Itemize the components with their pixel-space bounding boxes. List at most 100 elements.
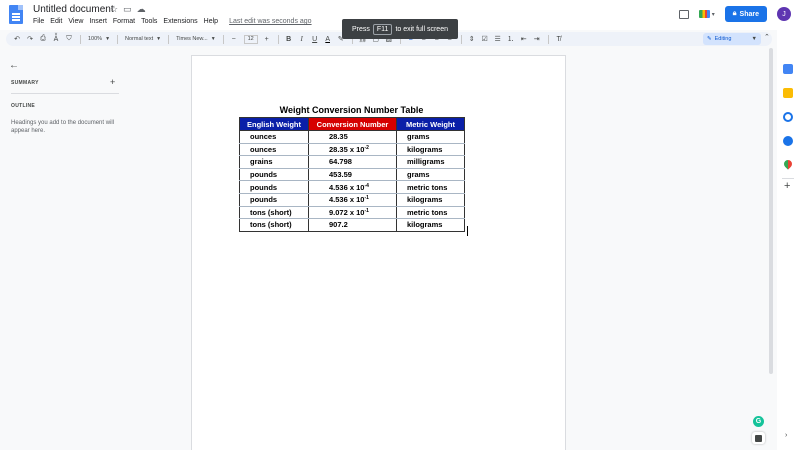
panel-divider	[11, 93, 119, 94]
conversion-cell[interactable]: 453.59	[308, 167, 397, 182]
calendar-icon[interactable]	[783, 64, 793, 74]
conversion-cell[interactable]: 28.35	[308, 130, 397, 144]
metric-cell[interactable]: grams	[396, 167, 465, 182]
underline-icon[interactable]: U	[309, 33, 321, 45]
keep-icon[interactable]	[783, 88, 793, 98]
english-cell[interactable]: ounces	[239, 130, 309, 144]
add-summary-icon[interactable]: +	[110, 77, 115, 87]
tasks-icon[interactable]	[783, 112, 793, 122]
clear-formatting-icon[interactable]: T̸	[553, 33, 565, 45]
redo-icon[interactable]: ↷	[24, 33, 36, 45]
increase-font-size-icon[interactable]: +	[261, 33, 273, 45]
toast-key: F11	[372, 23, 393, 35]
toolbar-divider	[168, 34, 170, 44]
menu-edit[interactable]: Edit	[50, 18, 62, 25]
paint-format-icon[interactable]: ⛉	[63, 33, 75, 45]
editing-mode-select[interactable]: ✎ Editing ▼	[703, 33, 761, 45]
menu-tools[interactable]: Tools	[141, 18, 157, 25]
menu-insert[interactable]: Insert	[89, 18, 107, 25]
conversion-table[interactable]: English Weight Conversion Number Metric …	[239, 117, 465, 232]
share-button[interactable]: 🔒︎ Share	[724, 6, 767, 22]
spellcheck-icon[interactable]: Aͮ	[50, 33, 62, 45]
text-color-icon[interactable]: A	[322, 33, 334, 45]
vertical-scrollbar[interactable]	[768, 48, 774, 374]
menu-extensions[interactable]: Extensions	[163, 18, 197, 25]
title-actions: ☆ ▭ ☁	[110, 4, 146, 15]
menu-help[interactable]: Help	[204, 18, 218, 25]
toolbar-divider	[117, 34, 119, 44]
english-cell[interactable]: pounds	[239, 167, 309, 182]
metric-cell[interactable]: kilograms	[396, 142, 465, 157]
contacts-icon[interactable]	[783, 136, 793, 146]
summary-heading: SUMMARY	[11, 80, 39, 86]
table-header-row: English Weight Conversion Number Metric …	[239, 117, 465, 131]
style-select[interactable]: Normal text ▼	[122, 36, 164, 42]
comment-history-icon[interactable]	[678, 9, 689, 19]
avatar[interactable]: J	[777, 7, 791, 21]
metric-cell[interactable]: kilograms	[396, 218, 465, 232]
english-cell[interactable]: pounds	[239, 180, 309, 194]
cloud-saved-icon[interactable]: ☁	[137, 4, 146, 15]
english-cell[interactable]: pounds	[239, 192, 309, 207]
conversion-cell[interactable]: 9.072 x 10-1	[308, 205, 397, 220]
share-label: Share	[739, 10, 759, 18]
toast-suffix: to exit full screen	[395, 25, 448, 33]
back-arrow-icon[interactable]: ←	[9, 60, 19, 71]
menu-file[interactable]: File	[33, 18, 44, 25]
conversion-cell[interactable]: 907.2	[308, 218, 397, 232]
chevron-right-icon[interactable]: ›	[785, 432, 787, 439]
print-icon[interactable]: ⎙	[37, 33, 49, 45]
line-spacing-icon[interactable]: ⇕	[466, 33, 478, 45]
document-title[interactable]: Untitled document	[33, 4, 114, 15]
menu-format[interactable]: Format	[113, 18, 135, 25]
decrease-indent-icon[interactable]: ⇤	[518, 33, 530, 45]
move-folder-icon[interactable]: ▭	[123, 4, 132, 15]
maps-icon[interactable]	[782, 158, 794, 170]
menu-view[interactable]: View	[68, 18, 83, 25]
metric-cell[interactable]: metric tons	[396, 205, 465, 220]
conversion-cell[interactable]: 4.536 x 10-4	[308, 180, 397, 194]
english-cell[interactable]: tons (short)	[239, 205, 309, 220]
metric-cell[interactable]: kilograms	[396, 192, 465, 207]
grammarly-icon[interactable]: G	[753, 416, 764, 427]
numbered-list-icon[interactable]: ⒈	[505, 33, 517, 45]
bulleted-list-icon[interactable]: ☰	[492, 33, 504, 45]
bold-icon[interactable]: B	[283, 33, 295, 45]
header-english-weight[interactable]: English Weight	[239, 117, 309, 131]
get-add-ons-icon[interactable]: +	[784, 180, 790, 192]
table-title[interactable]: Weight Conversion Number Table	[240, 105, 463, 115]
docs-logo-icon[interactable]	[9, 5, 23, 24]
increase-indent-icon[interactable]: ⇥	[531, 33, 543, 45]
scroll-thumb[interactable]	[769, 48, 773, 374]
english-cell[interactable]: tons (short)	[239, 218, 309, 232]
font-value: Times New...	[176, 36, 208, 42]
metric-cell[interactable]: grams	[396, 130, 465, 144]
checklist-icon[interactable]: ☑	[479, 33, 491, 45]
zoom-value: 100%	[88, 36, 103, 42]
star-icon[interactable]: ☆	[110, 4, 118, 15]
meet-button[interactable]: ▾	[698, 10, 715, 18]
header-metric-weight[interactable]: Metric Weight	[396, 117, 465, 131]
outline-heading: OUTLINE	[11, 103, 36, 109]
collapse-menus-icon[interactable]: ⌃	[764, 33, 770, 41]
explore-button[interactable]	[752, 432, 765, 444]
english-cell[interactable]: grains	[239, 155, 309, 169]
undo-icon[interactable]: ↶	[11, 33, 23, 45]
conversion-cell[interactable]: 64.798	[308, 155, 397, 169]
metric-cell[interactable]: metric tons	[396, 180, 465, 194]
italic-icon[interactable]: I	[296, 33, 308, 45]
toolbar-divider	[277, 34, 279, 44]
header-conversion-number[interactable]: Conversion Number	[308, 117, 397, 131]
style-value: Normal text	[125, 36, 154, 42]
english-cell[interactable]: ounces	[239, 142, 309, 157]
last-edit-link[interactable]: Last edit was seconds ago	[229, 18, 312, 25]
conversion-cell[interactable]: 4.536 x 10-1	[308, 192, 397, 207]
metric-cell[interactable]: milligrams	[396, 155, 465, 169]
font-size-input[interactable]: 12	[243, 34, 258, 44]
decrease-font-size-icon[interactable]: −	[228, 33, 240, 45]
table-row: ounces 28.35 grams	[239, 130, 465, 144]
conversion-value: 9.072 x 10	[329, 207, 365, 217]
zoom-select[interactable]: 100% ▼	[85, 36, 113, 42]
conversion-cell[interactable]: 28.35 x 10-2	[308, 142, 397, 157]
font-select[interactable]: Times New... ▼	[173, 36, 219, 42]
